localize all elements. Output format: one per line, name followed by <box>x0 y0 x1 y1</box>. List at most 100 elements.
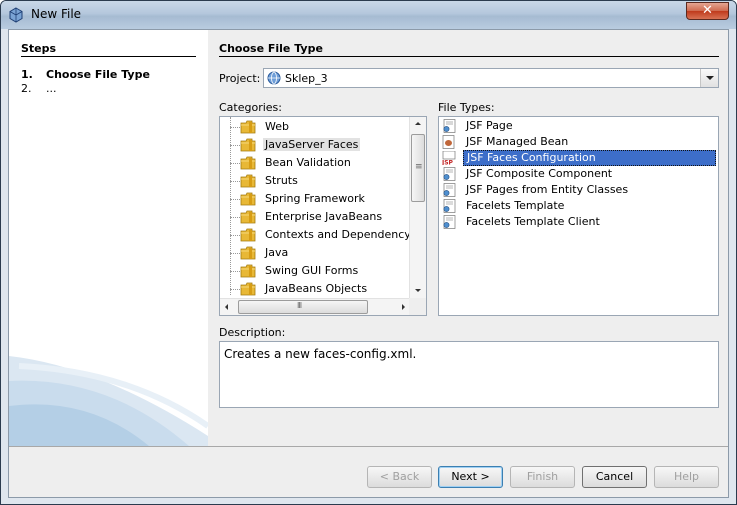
category-label: Contexts and Dependency Injection <box>265 228 426 241</box>
step-item: 2.... <box>21 82 57 95</box>
title-divider <box>219 56 719 57</box>
category-item[interactable]: Bean Validation <box>220 154 410 172</box>
scroll-left-icon[interactable] <box>220 299 234 315</box>
folder-icon <box>240 192 256 206</box>
finish-button[interactable]: Finish <box>510 466 575 488</box>
category-label: Java <box>265 246 289 259</box>
category-label: JavaBeans Objects <box>265 282 368 295</box>
category-label: JavaServer Faces <box>263 138 361 151</box>
tree-connector <box>230 271 240 272</box>
globe-icon <box>267 71 281 85</box>
categories-tree[interactable]: Web JavaServer Faces Bean Validation Struts… <box>219 116 427 316</box>
scroll-thumb[interactable] <box>238 300 368 314</box>
tree-connector <box>230 181 240 182</box>
dialog-content: Steps 1. Choose File Type 2.... Choose Fi… <box>8 29 729 498</box>
folder-icon <box>240 120 256 134</box>
back-button[interactable]: < Back <box>367 466 432 488</box>
folder-icon <box>240 210 256 224</box>
help-button[interactable]: Help <box>654 466 719 488</box>
step-number: 2. <box>21 82 32 95</box>
folder-icon <box>240 156 256 170</box>
cancel-button[interactable]: Cancel <box>582 466 647 488</box>
category-label: Struts <box>265 174 298 187</box>
folder-icon <box>240 264 256 278</box>
tree-connector <box>230 289 240 290</box>
category-item[interactable]: Swing GUI Forms <box>220 262 410 280</box>
file-types-label: File Types: <box>438 101 495 114</box>
description-label: Description: <box>219 326 286 339</box>
jsf-page-icon <box>443 119 456 133</box>
category-item[interactable]: JavaServer Faces <box>220 136 410 154</box>
scroll-right-icon[interactable] <box>396 299 410 315</box>
scroll-corner <box>409 298 426 315</box>
title-bar[interactable]: New File ✕ <box>1 1 736 29</box>
steps-heading: Steps <box>21 42 57 55</box>
scroll-thumb[interactable] <box>411 134 425 202</box>
folder-icon <box>240 138 256 152</box>
project-select[interactable]: Sklep_3 <box>263 68 719 88</box>
template-icon <box>443 199 456 213</box>
file-type-item[interactable]: JSF Managed Bean <box>441 134 716 150</box>
category-label: Bean Validation <box>265 156 351 169</box>
main-panel: Choose File Type Project: Sklep_3 Catego… <box>208 30 728 446</box>
button-separator <box>9 446 728 447</box>
scroll-up-icon[interactable] <box>410 117 426 131</box>
template-icon <box>443 215 456 229</box>
tree-connector <box>230 235 240 236</box>
file-type-item[interactable]: JSP JSF Faces Configuration <box>441 150 716 166</box>
chevron-down-icon[interactable] <box>700 69 718 87</box>
scroll-down-icon[interactable] <box>410 284 426 298</box>
step-label: ... <box>46 82 57 95</box>
close-icon: ✕ <box>702 3 713 18</box>
close-button[interactable]: ✕ <box>686 2 729 20</box>
category-item[interactable]: Spring Framework <box>220 190 410 208</box>
tree-connector <box>230 127 240 128</box>
category-label: Enterprise JavaBeans <box>265 210 383 223</box>
component-icon <box>443 167 456 181</box>
decorative-swoosh <box>9 356 208 446</box>
file-type-item[interactable]: JSF Pages from Entity Classes <box>441 182 716 198</box>
project-label: Project: <box>219 72 261 85</box>
page-title: Choose File Type <box>219 42 323 55</box>
file-type-label: Facelets Template Client <box>466 215 600 228</box>
next-button[interactable]: Next > <box>438 466 503 488</box>
step-item: 1. Choose File Type <box>21 68 150 81</box>
category-item[interactable]: Web <box>220 118 410 136</box>
file-type-label: JSF Page <box>466 119 513 132</box>
tree-connector <box>230 145 240 146</box>
steps-divider <box>21 56 196 57</box>
file-type-label: Facelets Template <box>466 199 565 212</box>
categories-horizontal-scrollbar[interactable] <box>220 298 410 315</box>
faces-config-icon: JSP <box>442 151 456 165</box>
description-text: Creates a new faces-config.xml. <box>224 347 417 361</box>
file-type-item[interactable]: Facelets Template Client <box>441 214 716 230</box>
tree-connector <box>230 199 240 200</box>
category-item[interactable]: Contexts and Dependency Injection <box>220 226 426 244</box>
netbeans-app-icon <box>9 7 23 23</box>
category-item[interactable]: Enterprise JavaBeans <box>220 208 410 226</box>
file-type-item[interactable]: Facelets Template <box>441 198 716 214</box>
file-type-label: JSF Faces Configuration <box>463 150 716 166</box>
categories-label: Categories: <box>219 101 282 114</box>
tree-connector <box>230 217 240 218</box>
folder-icon <box>240 246 256 260</box>
category-label: Spring Framework <box>265 192 365 205</box>
categories-vertical-scrollbar[interactable] <box>409 117 426 298</box>
file-types-list[interactable]: JSF Page JSF Managed Bean JSP JSF Faces Con… <box>438 116 719 316</box>
file-type-item[interactable]: JSF Composite Component <box>441 166 716 182</box>
window-title: New File <box>31 7 82 21</box>
project-value: Sklep_3 <box>285 72 328 85</box>
folder-icon <box>240 282 256 296</box>
category-item[interactable]: Java <box>220 244 410 262</box>
category-label: Swing GUI Forms <box>265 264 359 277</box>
category-item[interactable]: Struts <box>220 172 410 190</box>
step-label: Choose File Type <box>46 68 150 81</box>
svg-text:JSP: JSP <box>442 160 454 166</box>
description-box: Creates a new faces-config.xml. <box>219 341 719 408</box>
file-type-label: JSF Composite Component <box>466 167 613 180</box>
tree-connector <box>230 163 240 164</box>
folder-icon <box>240 228 256 242</box>
category-item[interactable]: JavaBeans Objects <box>220 280 410 298</box>
file-type-item[interactable]: JSF Page <box>441 118 716 134</box>
steps-panel: Steps 1. Choose File Type 2.... <box>9 30 208 446</box>
